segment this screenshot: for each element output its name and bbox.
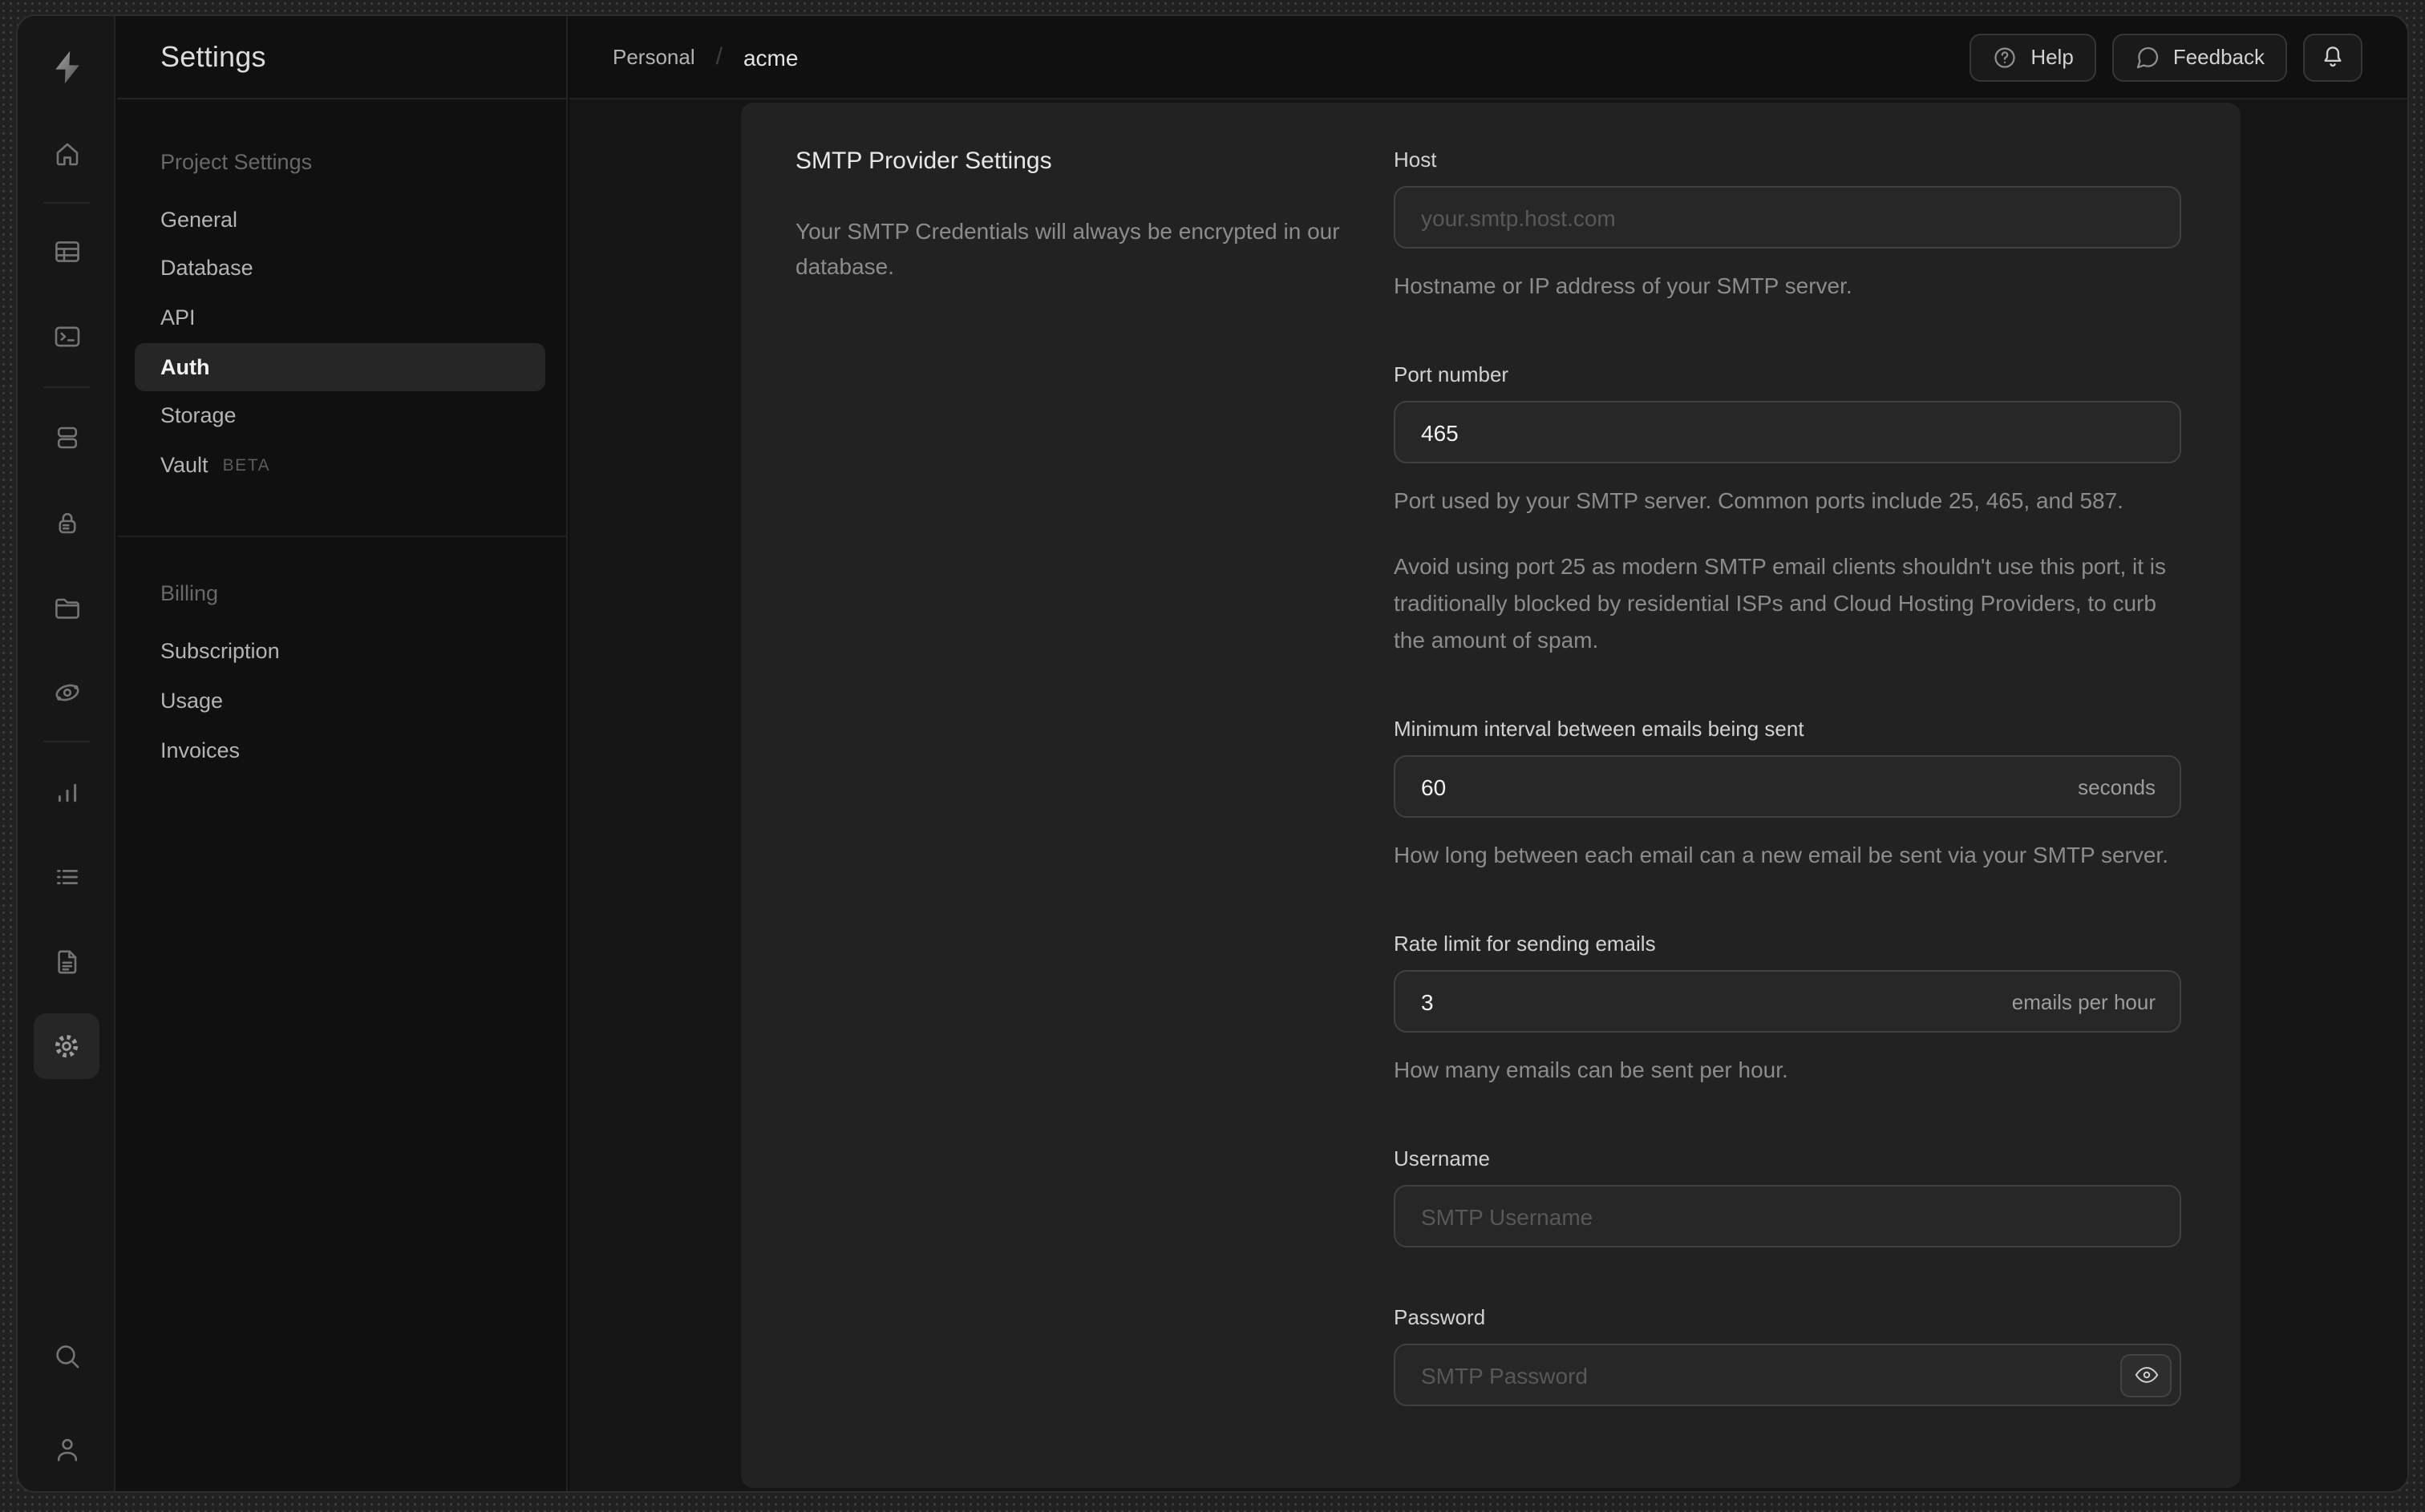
sidebar-title: Settings xyxy=(160,41,266,73)
breadcrumb-org[interactable]: Personal xyxy=(613,45,695,69)
sidebar-item-usage[interactable]: Usage xyxy=(160,689,223,713)
user-icon xyxy=(56,1437,77,1461)
help-circle-icon xyxy=(1992,44,2018,70)
rail-divider xyxy=(43,386,90,388)
top-bar: Personal / acme Help Feedback xyxy=(569,16,2407,99)
sidebar-item-general[interactable]: General xyxy=(160,208,237,232)
rail-item-sql-editor[interactable] xyxy=(37,306,96,366)
sidebar-item-vault[interactable]: Vault BETA xyxy=(160,453,270,477)
interval-label: Minimum interval between emails being se… xyxy=(1394,717,1804,741)
password-input[interactable] xyxy=(1394,1344,2181,1406)
lock-icon xyxy=(58,511,75,533)
port-field-group: Port number Port used by your SMTP serve… xyxy=(1394,362,2181,659)
rail-item-reports[interactable] xyxy=(37,762,96,821)
gear-icon xyxy=(55,1034,79,1058)
beta-badge: BETA xyxy=(222,455,271,475)
sidebar-section-billing: Billing xyxy=(160,581,219,605)
notifications-button[interactable] xyxy=(2303,33,2362,81)
feedback-button-label: Feedback xyxy=(2172,45,2265,69)
edge-functions-icon xyxy=(55,683,79,701)
port-help: Port used by your SMTP server. Common po… xyxy=(1394,487,2123,513)
list-icon xyxy=(56,869,77,883)
smtp-form: Host Hostname or IP address of your SMTP… xyxy=(1394,148,2181,1406)
sidebar-item-api[interactable]: API xyxy=(160,305,196,329)
rail-divider xyxy=(43,741,90,742)
terminal-icon xyxy=(54,325,79,346)
sidebar-item-auth[interactable]: Auth xyxy=(160,355,210,379)
port-input[interactable] xyxy=(1394,401,2181,463)
rail-item-account[interactable] xyxy=(37,1419,96,1478)
breadcrumb: Personal / acme xyxy=(613,43,798,71)
breadcrumb-project[interactable]: acme xyxy=(743,44,798,70)
username-label: Username xyxy=(1394,1146,1490,1170)
sidebar-header: Settings xyxy=(117,16,566,99)
interval-help: How long between each email can a new em… xyxy=(1394,842,2168,867)
rail-item-home[interactable] xyxy=(37,123,96,183)
bar-chart-icon xyxy=(57,782,76,802)
rate-limit-label: Rate limit for sending emails xyxy=(1394,932,1656,956)
header-actions: Help Feedback xyxy=(1970,33,2362,81)
interval-field-group: Minimum interval between emails being se… xyxy=(1394,717,2181,874)
home-icon xyxy=(55,142,78,165)
username-field-group: Username xyxy=(1394,1146,2181,1247)
database-icon xyxy=(56,426,77,448)
feedback-button[interactable]: Feedback xyxy=(2111,33,2287,81)
rail-item-edge-functions[interactable] xyxy=(37,662,96,722)
rail-item-storage[interactable] xyxy=(37,577,96,637)
rail-item-project-settings[interactable] xyxy=(34,1013,99,1079)
eye-icon xyxy=(2134,1367,2158,1383)
sidebar-item-subscription[interactable]: Subscription xyxy=(160,639,280,663)
rail-item-logs[interactable] xyxy=(37,847,96,906)
host-label: Host xyxy=(1394,148,1437,172)
main-area: Personal / acme Help Feedback SMTP Provi… xyxy=(569,16,2407,1491)
sidebar-divider xyxy=(117,536,566,537)
port-note: Avoid using port 25 as modern SMTP email… xyxy=(1394,553,2167,653)
interval-input[interactable] xyxy=(1394,755,2181,818)
supabase-logo[interactable] xyxy=(37,37,96,96)
rate-limit-field-group: Rate limit for sending emails emails per… xyxy=(1394,932,2181,1089)
host-field-group: Host Hostname or IP address of your SMTP… xyxy=(1394,148,2181,305)
folder-icon xyxy=(55,597,79,618)
supabase-bolt-icon xyxy=(55,50,79,83)
smtp-section-intro: SMTP Provider Settings Your SMTP Credent… xyxy=(796,148,1360,284)
sidebar-item-storage[interactable]: Storage xyxy=(160,403,237,427)
host-input[interactable] xyxy=(1394,186,2181,249)
help-button[interactable]: Help xyxy=(1970,33,2096,81)
search-icon xyxy=(55,1344,79,1368)
sidebar-item-database[interactable]: Database xyxy=(160,256,253,280)
rail-item-auth[interactable] xyxy=(37,492,96,552)
sidebar-item-vault-label: Vault xyxy=(160,453,208,477)
rail-item-database[interactable] xyxy=(37,407,96,467)
table-icon xyxy=(55,241,79,261)
help-button-label: Help xyxy=(2030,45,2074,69)
rail-divider xyxy=(43,202,90,204)
password-field-group: Password xyxy=(1394,1305,2181,1406)
desktop: Settings Project Settings General Databa… xyxy=(0,0,2425,1512)
rate-limit-help: How many emails can be sent per hour. xyxy=(1394,1057,1788,1082)
section-title: SMTP Provider Settings xyxy=(796,148,1052,175)
rail-item-docs[interactable] xyxy=(37,932,96,991)
password-label: Password xyxy=(1394,1305,1486,1329)
port-label: Port number xyxy=(1394,362,1509,386)
app-window: Settings Project Settings General Databa… xyxy=(16,14,2409,1493)
file-text-icon xyxy=(57,949,76,973)
rail-item-search[interactable] xyxy=(37,1326,96,1385)
smtp-settings-card: SMTP Provider Settings Your SMTP Credent… xyxy=(741,103,2241,1488)
sidebar-item-invoices[interactable]: Invoices xyxy=(160,738,240,762)
message-bubble-icon xyxy=(2135,44,2160,70)
reveal-password-button[interactable] xyxy=(2120,1353,2172,1397)
username-input[interactable] xyxy=(1394,1185,2181,1247)
host-help: Hostname or IP address of your SMTP serv… xyxy=(1394,273,1852,298)
sidebar-section-project-settings: Project Settings xyxy=(160,150,313,174)
bell-icon xyxy=(2319,43,2346,71)
breadcrumb-separator: / xyxy=(715,43,723,71)
rate-limit-input[interactable] xyxy=(1394,970,2181,1033)
settings-sidebar: Settings Project Settings General Databa… xyxy=(117,16,568,1491)
icon-rail xyxy=(18,16,115,1491)
rail-item-table-editor[interactable] xyxy=(37,221,96,281)
section-description: Your SMTP Credentials will always be enc… xyxy=(796,218,1340,278)
